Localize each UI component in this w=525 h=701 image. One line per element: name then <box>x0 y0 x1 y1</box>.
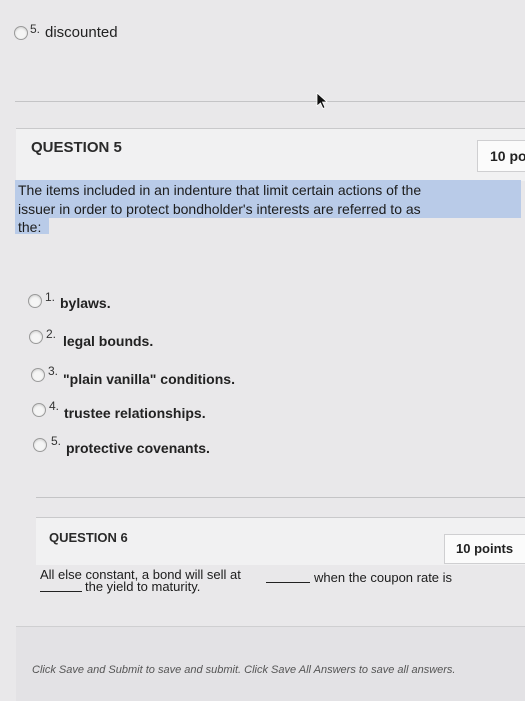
question-6-prompt-part2: when the coupon rate is <box>314 570 453 585</box>
q5-option-4-label: trustee relationships. <box>64 405 206 421</box>
q5-option-3-label: "plain vanilla" conditions. <box>63 371 235 387</box>
question-5-prompt-line3: the: <box>18 219 42 235</box>
prev-option-5-label: discounted <box>45 24 118 41</box>
q5-option-1-label: bylaws. <box>60 295 111 311</box>
q5-option-3-radio[interactable] <box>31 368 45 382</box>
q5-option-2-label: legal bounds. <box>63 333 154 349</box>
q5-option-2-radio[interactable] <box>29 330 43 344</box>
q5-option-4-radio[interactable] <box>32 403 46 417</box>
question-5-points: 10 po <box>477 140 525 172</box>
question-5-prompt-line2: issuer in order to protect bondholder's … <box>18 201 421 217</box>
question-5-title: QUESTION 5 <box>31 139 122 156</box>
q5-option-5-radio[interactable] <box>33 438 47 452</box>
q5-option-5-label: protective covenants. <box>66 440 210 456</box>
q5-option-1-radio[interactable] <box>28 294 42 308</box>
question-5-prompt-line1: The items included in an indenture that … <box>18 182 422 198</box>
question-6-prompt-part3: the yield to maturity. <box>85 579 201 594</box>
divider-top <box>15 101 525 102</box>
question-6-points: 10 points <box>444 534 525 564</box>
q5-option-5-number: 5. <box>51 434 62 448</box>
prev-option-5-number: 5. <box>30 22 41 36</box>
q5-option-1-number: 1. <box>45 290 56 304</box>
q5-option-3-number: 3. <box>48 364 59 378</box>
mouse-cursor-icon <box>316 92 329 110</box>
footer-instruction: Click Save and Submit to save and submit… <box>32 664 456 676</box>
question-6-blank-1 <box>266 568 310 583</box>
question-5-points-text: 10 po <box>490 148 525 164</box>
question-6-blank-2 <box>40 583 82 592</box>
prev-option-5-radio[interactable] <box>14 26 28 40</box>
divider-middle <box>36 497 525 498</box>
question-6-points-text: 10 points <box>456 541 514 556</box>
q5-option-4-number: 4. <box>49 399 60 413</box>
q5-option-2-number: 2. <box>46 327 57 341</box>
question-6-title: QUESTION 6 <box>49 530 128 545</box>
